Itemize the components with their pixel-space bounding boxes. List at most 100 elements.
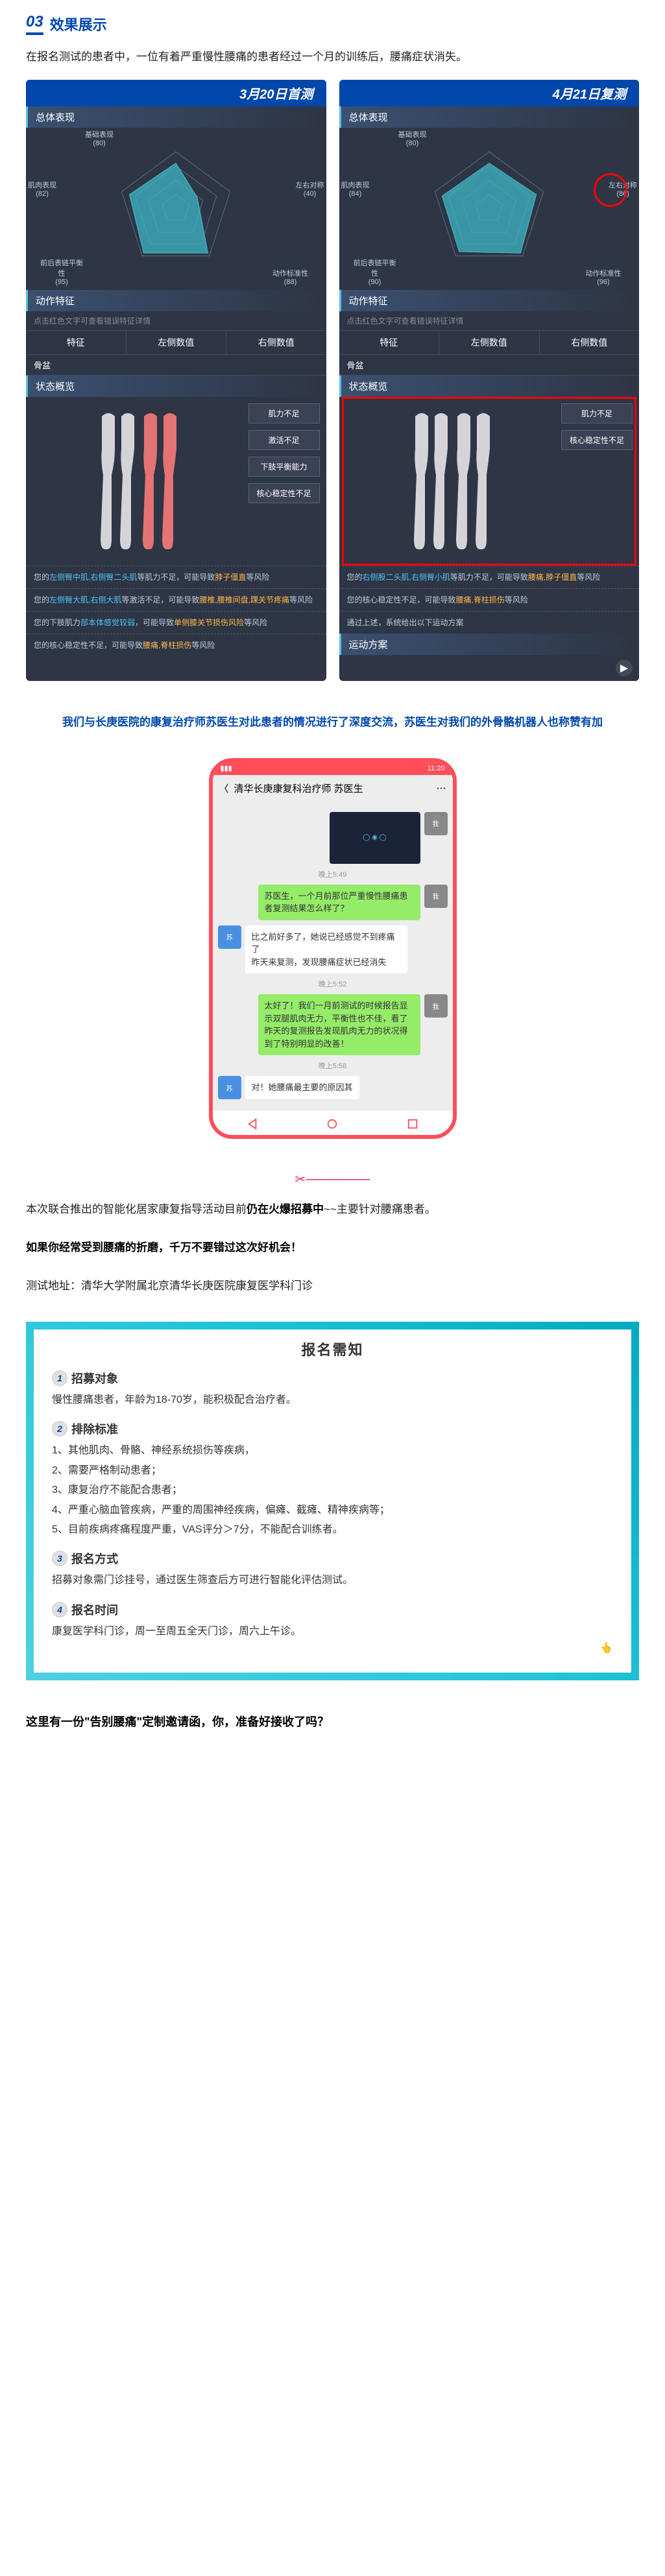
radar-label: 基础表现(80) [390, 129, 435, 147]
subrow-left: 骨盆 [26, 355, 326, 376]
chat-timestamp: 晚上5:49 [218, 869, 448, 879]
middle-text: 我们与长庚医院的康复治疗师苏医生对此患者的情况进行了深度交流，苏医生对我们的外骨… [0, 700, 665, 745]
signup-box: 报名需知 1 招募对象 慢性腰痛患者，年龄为18-70岁，能积极配合治疗者。 2… [26, 1322, 639, 1680]
number-badge: 1 [52, 1370, 67, 1386]
chat-bubble: 对！她腰痛最主要的原因其 [245, 1076, 359, 1099]
back-icon[interactable]: 〈 [219, 781, 229, 795]
signup-section-label: 排除标准 [71, 1420, 118, 1437]
signup-intro-2: 如果你经常受到腰痛的折磨，千万不要错过这次好机会！ [0, 1232, 665, 1270]
finding: 您的下肢肌力部本体感觉较弱，可能导致单侧膝关节损伤风险等风险 [26, 611, 326, 634]
chat-bubble: 太好了！我们一月前测试的时候报告显示双腿肌肉无力，平衡性也不佳，看了昨天的复测报… [258, 994, 420, 1055]
overall-title-right: 总体表现 [339, 106, 640, 128]
tag[interactable]: 肌力不足 [248, 403, 320, 423]
chat-message: 我 ◯ ◉ ◯ [218, 812, 448, 864]
phone-status-bar: ▮▮▮ 11:20 [213, 762, 453, 775]
radar-label: 左右对称(86) [600, 180, 639, 198]
tab-right-value[interactable]: 右侧数值 [226, 331, 326, 354]
tag[interactable]: 核心稳定性不足 [561, 430, 633, 450]
subrow-right: 骨盆 [339, 355, 640, 376]
body-icon [402, 410, 500, 553]
avatar-icon: 苏 [218, 1076, 241, 1099]
finding: 您的左侧臀中肌,右侧臀二头肌等肌力不足，可能导致脖子僵直等风险 [26, 566, 326, 588]
overall-title-left: 总体表现 [26, 106, 326, 128]
tabs-left: 特征 左侧数值 右侧数值 [26, 330, 326, 355]
chat-body: 我 ◯ ◉ ◯ 晚上5:49 我 苏医生，一个月前那位严重慢性腰痛患者复测结果怎… [213, 802, 453, 1110]
radar-left: 基础表现(80) 左右对称(40) 动作标准性(88) 前后表链平衡性(95) … [26, 128, 326, 290]
nav-home-icon[interactable] [326, 1118, 338, 1130]
body-icon [89, 410, 186, 553]
closing-line: 这里有一份"告别腰痛"定制邀请函，你，准备好接收了吗？ [0, 1693, 665, 1756]
panel-after: 4月21日复测 总体表现 基础表现(80) 左右对称(86) 动作标准性(96)… [339, 80, 640, 681]
number-badge: 2 [52, 1421, 67, 1437]
signup-section-body: 康复医学科门诊，周一至周五全天门诊，周六上午诊。 [52, 1622, 613, 1641]
finding: 通过上述，系统给出以下运动方案 [339, 611, 640, 634]
more-icon[interactable]: ⋯ [437, 782, 446, 794]
number-badge: 3 [52, 1551, 67, 1566]
status-time: 11:20 [428, 765, 445, 772]
tab-left-value[interactable]: 左侧数值 [439, 331, 540, 354]
action-note-left: 点击红色文字可查看错误特征详情 [26, 311, 326, 330]
signup-section-label: 报名时间 [71, 1601, 118, 1618]
exclusion-item: 5、目前疾病疼痛程度严重，VAS评分＞7分，不能配合训练者。 [52, 1520, 613, 1540]
radar-label: 动作标准性(96) [581, 268, 626, 286]
exclusion-item: 3、康复治疗不能配合患者； [52, 1481, 613, 1500]
avatar-icon: 我 [424, 812, 448, 835]
anatomy-tags-left: 肌力不足 激活不足 下肢平衡能力 核心稳定性不足 [248, 403, 320, 559]
tab-left-value[interactable]: 左侧数值 [127, 331, 227, 354]
signup-section-label: 报名方式 [71, 1550, 118, 1567]
signup-section-body: 慢性腰痛患者，年龄为18-70岁，能积极配合治疗者。 [52, 1390, 613, 1410]
chat-message: 我 苏医生，一个月前那位严重慢性腰痛患者复测结果怎么样了？ [218, 885, 448, 920]
tag[interactable]: 激活不足 [248, 430, 320, 450]
chat-message: 苏 比之前好多了，她说已经感觉不到疼痛了 昨天来复测，发现腰痛症状已经消失 [218, 925, 448, 974]
finding: 您的右侧股二头肌,右侧臀小肌等肌力不足，可能导致腰痛,脖子僵直等风险 [339, 566, 640, 588]
radar-label: 前后表链平衡性(90) [352, 257, 398, 286]
signup-location: 测试地址：清华大学附属北京清华长庚医院康复医学科门诊 [0, 1270, 665, 1309]
anatomy-figure-right [346, 403, 557, 559]
panel-date-after: 4月21日复测 [339, 80, 640, 106]
signal-icon: ▮▮▮ [221, 764, 232, 772]
status-title-left: 状态概览 [26, 376, 326, 397]
section-number: 03 [26, 13, 43, 35]
nav-recent-icon[interactable] [407, 1118, 418, 1130]
tab-feature[interactable]: 特征 [339, 331, 440, 354]
finding: 您的核心稳定性不足，可能导致腰痛,脊柱损伤等风险 [339, 588, 640, 611]
signup-section-body: 招募对象需门诊挂号，通过医生筛查后方可进行智能化评估测试。 [52, 1571, 613, 1590]
radar-label: 动作标准性(88) [268, 268, 313, 286]
action-note-right: 点击红色文字可查看错误特征详情 [339, 311, 640, 330]
signup-section-title: 1 招募对象 [52, 1370, 613, 1387]
status-title-right: 状态概览 [339, 376, 640, 397]
signup-section-title: 3 报名方式 [52, 1550, 613, 1567]
chat-title: 清华长庚康复科治疗师 苏医生 [234, 781, 431, 795]
panel-date-before: 3月20日首测 [26, 80, 326, 106]
tag[interactable]: 核心稳定性不足 [248, 483, 320, 503]
exclusion-item: 4、严重心脑血管疾病，严重的周围神经疾病，偏瘫、截瘫、精神疾病等； [52, 1501, 613, 1520]
panel-before: 3月20日首测 总体表现 基础表现(80) 左右对称(40) 动作标准性(88)… [26, 80, 326, 681]
tab-right-value[interactable]: 右侧数值 [540, 331, 640, 354]
chat-message: 我 太好了！我们一月前测试的时候报告显示双腿肌肉无力，平衡性也不佳，看了昨天的复… [218, 994, 448, 1055]
radar-label: 肌肉表现(84) [339, 180, 378, 198]
tag[interactable]: 肌力不足 [561, 403, 633, 423]
nav-back-icon[interactable] [247, 1118, 258, 1130]
signup-section-label: 招募对象 [71, 1370, 118, 1387]
comparison-panels: 3月20日首测 总体表现 基础表现(80) 左右对称(40) 动作标准性(88)… [0, 80, 665, 700]
chat-bubble: 比之前好多了，她说已经感觉不到疼痛了 昨天来复测，发现腰痛症状已经消失 [245, 925, 407, 974]
tag[interactable]: 下肢平衡能力 [248, 457, 320, 477]
action-title-right: 动作特征 [339, 290, 640, 311]
signup-title: 报名需知 [52, 1339, 613, 1359]
signup-section-body: 1、其他肌肉、骨骼、神经系统损伤等疾病， 2、需要严格制动患者； 3、康复治疗不… [52, 1441, 613, 1540]
chat-header: 〈 清华长庚康复科治疗师 苏医生 ⋯ [213, 775, 453, 802]
section-title: 效果展示 [50, 14, 107, 34]
intro-paragraph: 在报名测试的患者中，一位有着严重慢性腰痛的患者经过一个月的训练后，腰痛症状消失。 [0, 42, 665, 80]
chat-timestamp: 晚上5:52 [218, 979, 448, 989]
anatomy-figure-left [32, 403, 243, 559]
radar-right: 基础表现(80) 左右对称(86) 动作标准性(96) 前后表链平衡性(90) … [339, 128, 640, 290]
signup-section-title: 4 报名时间 [52, 1601, 613, 1618]
radar-label: 基础表现(80) [77, 129, 122, 147]
image-message[interactable]: ◯ ◉ ◯ [330, 812, 420, 864]
finding: 您的核心稳定性不足，可能导致腰痛,脊柱损伤等风险 [26, 634, 326, 656]
tab-feature[interactable]: 特征 [26, 331, 127, 354]
exclusion-item: 1、其他肌肉、骨骼、神经系统损伤等疾病， [52, 1441, 613, 1461]
exclusion-item: 2、需要严格制动患者； [52, 1461, 613, 1481]
play-icon[interactable]: ▶ [616, 660, 633, 676]
finding: 您的左侧臀大肌,右侧大肌等激活不足，可能导致腰椎,腰椎间盘,踝关节疼痛等风险 [26, 588, 326, 611]
